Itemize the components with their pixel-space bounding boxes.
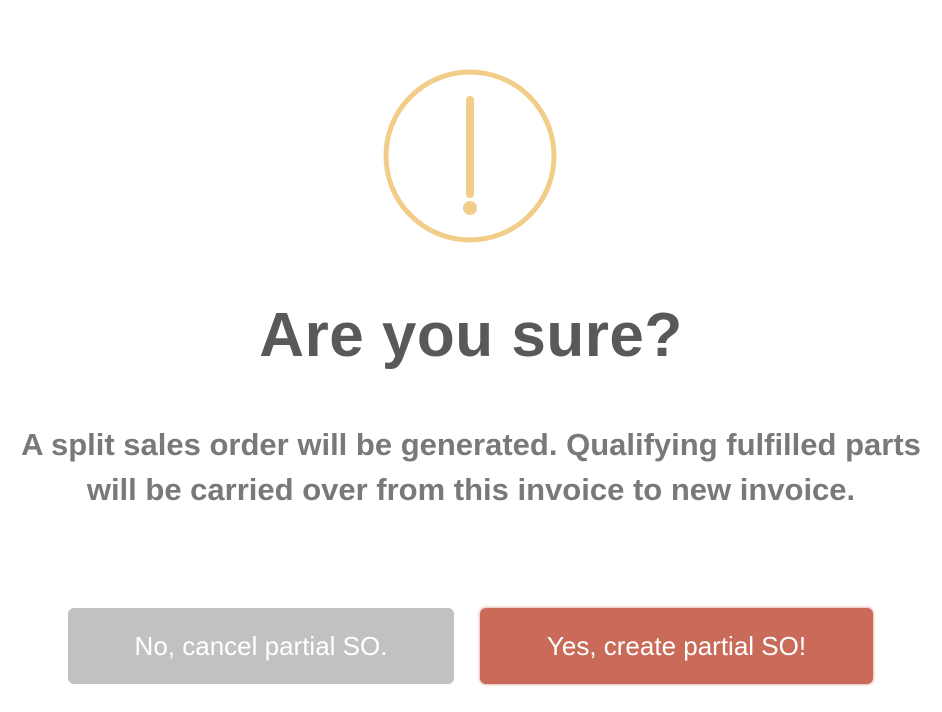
warning-exclamation-icon <box>383 69 557 243</box>
dialog-title: Are you sure? <box>259 301 683 370</box>
cancel-button[interactable]: No, cancel partial SO. <box>68 608 454 684</box>
confirmation-dialog: Are you sure? A split sales order will b… <box>0 0 942 712</box>
confirm-button[interactable]: Yes, create partial SO! <box>480 608 873 684</box>
dialog-message: A split sales order will be generated. Q… <box>21 427 921 507</box>
